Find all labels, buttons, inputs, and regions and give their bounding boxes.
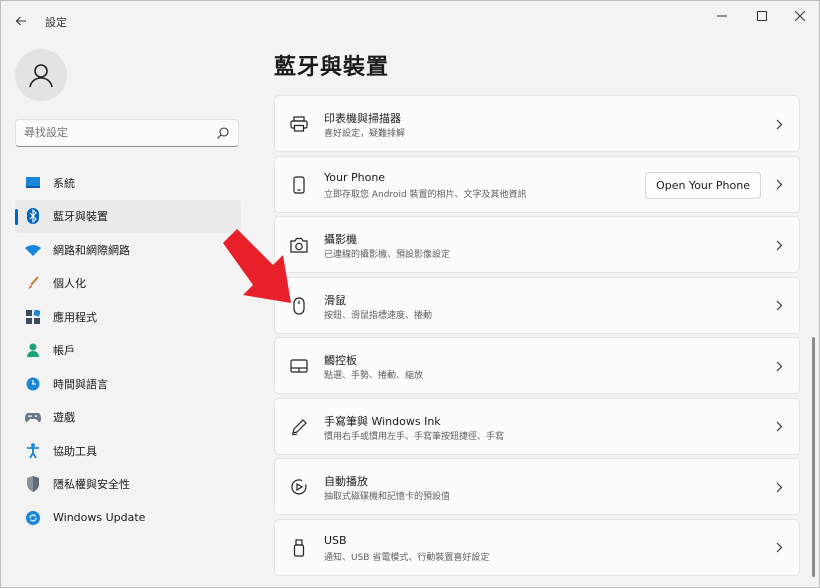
sidebar-item-privacy[interactable]: 隱私權與安全性 xyxy=(15,468,241,502)
shield-icon xyxy=(25,476,41,493)
pen-icon xyxy=(289,417,309,437)
close-button[interactable] xyxy=(785,5,815,27)
card-printers-scanners[interactable]: 印表機與掃描器 喜好設定，疑難排解 xyxy=(274,95,800,152)
card-description: 已連線的攝影機、預設影像設定 xyxy=(324,250,451,260)
accessibility-icon xyxy=(25,442,41,459)
touchpad-icon xyxy=(289,356,309,376)
annotation-arrow-icon xyxy=(223,229,291,303)
sidebar-item-system[interactable]: 系統 xyxy=(15,166,241,200)
avatar[interactable] xyxy=(15,49,67,101)
wifi-icon xyxy=(25,242,41,258)
card-title: 攝影機 xyxy=(324,233,357,246)
sidebar-item-time-language[interactable]: 時間與語言 xyxy=(15,367,241,401)
sidebar-item-label: 時間與語言 xyxy=(53,377,108,391)
chevron-right-icon xyxy=(773,117,785,131)
display-icon xyxy=(25,175,41,191)
card-description: 喜好設定，疑難排解 xyxy=(324,129,406,139)
active-indicator xyxy=(15,208,18,225)
search-box[interactable] xyxy=(15,119,239,147)
card-title: 自動播放 xyxy=(324,475,368,488)
card-description: 立即存取您 Android 裝置的相片、文字及其他資訊 xyxy=(324,189,527,200)
sidebar-item-label: 隱私權與安全性 xyxy=(53,478,130,492)
card-pen-windows-ink[interactable]: 手寫筆與 Windows Ink 慣用右手或慣用左手、手寫筆按鈕捷徑、手寫 xyxy=(274,397,800,455)
chevron-right-icon xyxy=(773,420,785,434)
card-description: 點選、手勢、捲動、縮放 xyxy=(324,371,424,381)
card-mouse[interactable]: 滑鼠 按鈕、滑鼠指標速度、捲動 xyxy=(274,276,800,334)
bluetooth-icon xyxy=(25,208,41,225)
sidebar-item-label: 個人化 xyxy=(53,277,86,291)
card-title: 滑鼠 xyxy=(324,293,346,307)
globe-clock-icon xyxy=(25,376,41,392)
card-camera[interactable]: 攝影機 已連線的攝影機、預設影像設定 xyxy=(274,216,800,273)
chevron-right-icon xyxy=(773,480,785,494)
sidebar-item-bluetooth[interactable]: 藍牙與裝置 xyxy=(15,199,241,233)
chevron-right-icon xyxy=(773,299,785,313)
search-icon[interactable] xyxy=(216,126,230,140)
chevron-right-icon xyxy=(773,238,785,252)
sidebar-item-apps[interactable]: 應用程式 xyxy=(15,300,241,334)
maximize-button[interactable] xyxy=(747,5,777,27)
chevron-right-icon xyxy=(773,178,785,192)
sidebar-item-network[interactable]: 網路和網際網路 xyxy=(15,233,241,267)
phone-icon xyxy=(289,175,309,195)
sidebar-item-label: 藍牙與裝置 xyxy=(53,210,108,224)
update-icon xyxy=(25,510,41,526)
usb-icon xyxy=(289,538,309,558)
page-title: 藍牙與裝置 xyxy=(274,55,390,80)
minimize-button[interactable] xyxy=(707,5,737,27)
back-arrow-icon xyxy=(15,16,26,26)
card-title: 觸控板 xyxy=(324,354,357,367)
chevron-right-icon xyxy=(773,541,785,555)
brush-icon xyxy=(25,275,41,291)
sidebar-item-accessibility[interactable]: 協助工具 xyxy=(15,434,241,468)
open-your-phone-button[interactable]: Open Your Phone xyxy=(645,171,761,199)
card-description: 按鈕、滑鼠指標速度、捲動 xyxy=(324,310,433,321)
printer-icon xyxy=(289,114,309,134)
sidebar-item-label: 網路和網際網路 xyxy=(53,243,130,257)
card-description: 抽取式磁碟機和記憶卡的預設值 xyxy=(324,492,451,502)
card-title: 手寫筆與 Windows Ink xyxy=(324,414,441,428)
search-input[interactable] xyxy=(24,126,204,139)
sidebar-item-accounts[interactable]: 帳戶 xyxy=(15,334,241,368)
card-your-phone[interactable]: Your Phone 立即存取您 Android 裝置的相片、文字及其他資訊 O… xyxy=(274,155,800,213)
sidebar-item-label: 應用程式 xyxy=(53,310,97,324)
sidebar-item-personalization[interactable]: 個人化 xyxy=(15,267,241,301)
maximize-icon xyxy=(757,11,767,21)
close-icon xyxy=(795,11,805,21)
sidebar-item-label: 遊戲 xyxy=(53,411,75,425)
card-title: 印表機與掃描器 xyxy=(324,112,401,125)
card-description: 慣用右手或慣用左手、手寫筆按鈕捷徑、手寫 xyxy=(324,431,505,442)
minimize-icon xyxy=(717,15,727,17)
card-usb[interactable]: USB 通知、USB 省電模式、行動裝置喜好設定 xyxy=(274,518,800,576)
sidebar-item-label: 系統 xyxy=(53,176,75,190)
sidebar-item-label: 協助工具 xyxy=(53,444,97,458)
sidebar-item-label: Windows Update xyxy=(53,511,146,525)
scrollbar[interactable] xyxy=(812,337,815,577)
settings-list: 印表機與掃描器 喜好設定，疑難排解 Your Phone 立即存取您 Andro… xyxy=(274,95,800,579)
user-icon xyxy=(29,64,53,88)
sidebar-item-gaming[interactable]: 遊戲 xyxy=(15,401,241,435)
person-icon xyxy=(25,342,41,358)
nav-list: 系統 藍牙與裝置 網路和網際網路 個人化 應用程式 帳戶 時間與語言 遊戲 協助… xyxy=(15,166,241,535)
autoplay-icon xyxy=(289,477,309,497)
chevron-right-icon xyxy=(773,359,785,373)
sidebar-item-label: 帳戶 xyxy=(53,344,75,358)
settings-window: 設定 系統 藍牙與裝置 xyxy=(0,0,820,588)
gamepad-icon xyxy=(25,409,41,425)
card-autoplay[interactable]: 自動播放 抽取式磁碟機和記憶卡的預設值 xyxy=(274,458,800,515)
app-title: 設定 xyxy=(45,16,67,29)
back-button[interactable] xyxy=(9,9,33,33)
card-title: USB xyxy=(324,533,347,547)
sidebar: 系統 藍牙與裝置 網路和網際網路 個人化 應用程式 帳戶 xyxy=(1,37,251,587)
card-touchpad[interactable]: 觸控板 點選、手勢、捲動、縮放 xyxy=(274,337,800,394)
main-content: 藍牙與裝置 印表機與掃描器 喜好設定，疑難排解 Your Phone 立即存取您… xyxy=(251,37,819,587)
title-bar: 設定 xyxy=(1,1,819,37)
sidebar-item-windows-update[interactable]: Windows Update xyxy=(15,501,241,535)
card-description: 通知、USB 省電模式、行動裝置喜好設定 xyxy=(324,552,490,563)
card-title: Your Phone xyxy=(324,170,386,184)
apps-icon xyxy=(25,309,41,325)
